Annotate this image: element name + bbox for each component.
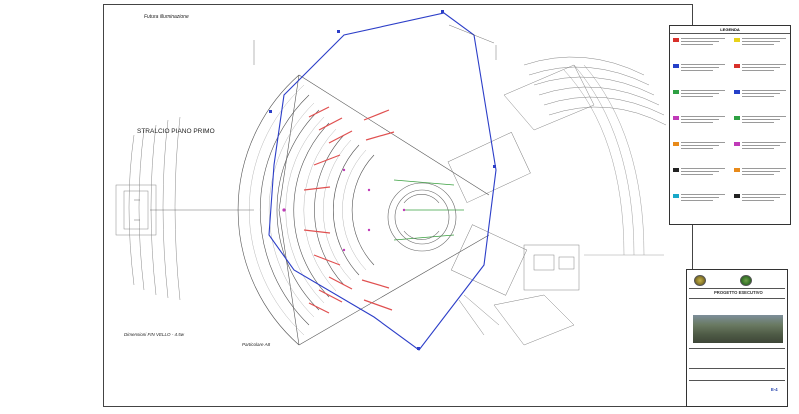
legend-text-line xyxy=(681,119,719,120)
region-emblem-icon xyxy=(694,275,706,286)
legend-swatch xyxy=(673,64,679,68)
legend-swatch xyxy=(734,116,740,120)
legend-text-line xyxy=(742,38,786,39)
legend-text-line xyxy=(681,122,713,123)
plan-title: STRALCIO PIANO PRIMO xyxy=(137,128,215,135)
legend-text-line xyxy=(681,64,725,65)
legend-text-line xyxy=(742,194,786,195)
legend-text-line xyxy=(681,171,719,172)
legend-text-line xyxy=(742,200,774,201)
legend-text-line xyxy=(681,168,725,169)
legend-swatch xyxy=(673,194,679,198)
legend-swatch xyxy=(734,64,740,68)
legend-text-line xyxy=(681,197,719,198)
legend-text-line xyxy=(681,93,719,94)
legend-text-line xyxy=(742,142,786,143)
legend-text-line xyxy=(742,145,780,146)
legend-text-line xyxy=(681,194,725,195)
legend-swatch xyxy=(673,38,679,42)
dimension-note: Dimensioni FIN VELLO - 4.5w xyxy=(124,332,185,337)
legend-text-line xyxy=(681,145,719,146)
legend-text-line xyxy=(742,168,786,169)
legend-text-line xyxy=(742,70,774,71)
legend-text-line xyxy=(681,44,713,45)
legend-text-line xyxy=(742,93,780,94)
legend-panel: LEGENDA xyxy=(669,25,791,225)
floor-plan xyxy=(115,10,667,351)
legend-text-line xyxy=(742,171,780,172)
legend-text-line xyxy=(742,174,774,175)
legend-text-line xyxy=(681,200,713,201)
legend-text-line xyxy=(681,174,713,175)
legend-text-line xyxy=(742,119,780,120)
legend-text-line xyxy=(681,41,719,42)
title-block: PROGETTO ESECUTIVO E-4 xyxy=(686,269,788,407)
sheet-code: E-4 xyxy=(771,387,778,392)
legend-text-line xyxy=(742,96,774,97)
rear-building-block xyxy=(447,131,531,203)
drawing-sheet: Futura illuminazione STRALCIO PIANO PRIM… xyxy=(103,4,791,407)
legend-swatch xyxy=(734,142,740,146)
legend-text-line xyxy=(681,142,725,143)
central-rotunda xyxy=(387,182,457,252)
title-block-heading: PROGETTO ESECUTIVO xyxy=(714,290,763,295)
municipality-emblem-icon xyxy=(740,275,752,286)
legend-text-line xyxy=(681,38,725,39)
top-label: Futura illuminazione xyxy=(144,14,189,20)
legend-text-line xyxy=(742,122,774,123)
legend-text-line xyxy=(681,116,725,117)
legend-swatch xyxy=(673,90,679,94)
legend-text-line xyxy=(742,44,774,45)
detail-label: Particolare A8 xyxy=(242,342,271,347)
legend-swatch xyxy=(734,194,740,198)
site-aerial-photo xyxy=(693,315,783,343)
legend-text-line xyxy=(742,67,780,68)
legend-swatch xyxy=(673,116,679,120)
legend-text-line xyxy=(742,90,786,91)
legend-text-line xyxy=(681,148,713,149)
legend-text-line xyxy=(742,148,774,149)
legend-text-line xyxy=(681,67,719,68)
legend-swatch xyxy=(734,168,740,172)
site-boundary xyxy=(268,12,497,351)
legend-swatch xyxy=(734,90,740,94)
legend-text-line xyxy=(742,116,786,117)
legend-swatch xyxy=(673,142,679,146)
seat-rows-red xyxy=(303,106,395,314)
auditorium-outline-left xyxy=(128,134,135,286)
legend-heading: LEGENDA xyxy=(670,26,790,34)
legend-text-line xyxy=(742,64,786,65)
legend-text-line xyxy=(681,90,725,91)
legend-text-line xyxy=(742,41,780,42)
legend-text-line xyxy=(742,197,780,198)
legend-swatch xyxy=(673,168,679,172)
legend-text-line xyxy=(681,70,713,71)
legend-text-line xyxy=(681,96,713,97)
legend-swatch xyxy=(734,38,740,42)
